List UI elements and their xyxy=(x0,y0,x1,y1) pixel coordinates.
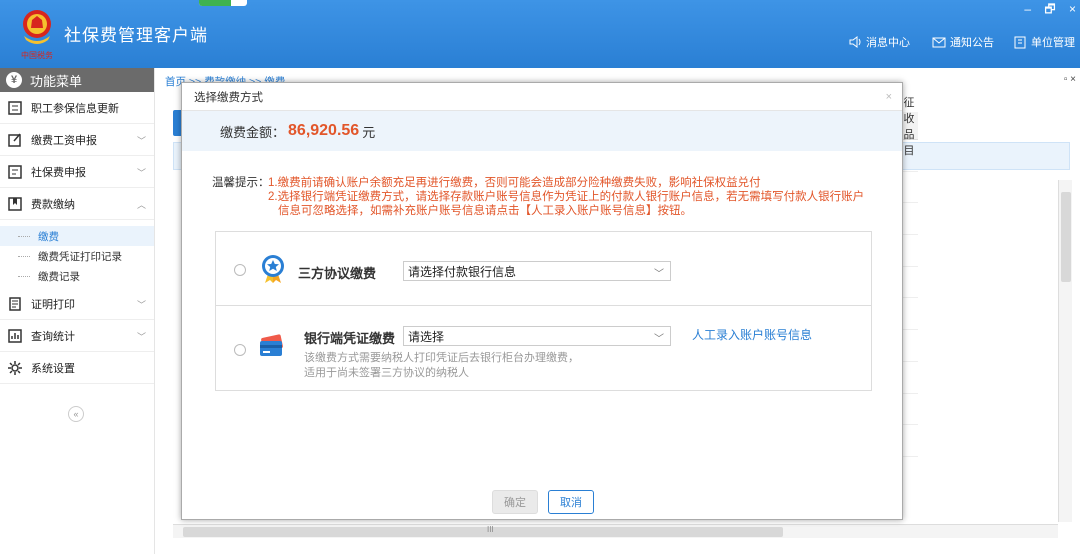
dialog-footer: 确定 取消 xyxy=(182,486,902,520)
bookmark-icon xyxy=(8,196,22,211)
sidebar-item-social-fee-declaration[interactable]: 社保费申报 ﹀ xyxy=(0,156,154,188)
sidebar-header: ¥ 功能菜单 xyxy=(0,68,154,92)
option-bank-voucher[interactable]: 银行端凭证缴费 请选择 ﹀ 人工录入账户账号信息 该缴费方式需要纳税人打印凭证后… xyxy=(216,305,871,390)
amount-bar: 缴费金额： 86,920.56 元 xyxy=(182,111,902,151)
nav-label: 消息中心 xyxy=(866,37,910,49)
nav-label: 通知公告 xyxy=(950,37,994,49)
cancel-button[interactable]: 取消 xyxy=(548,490,594,514)
sidebar-item-label: 证明打印 xyxy=(31,298,75,311)
chevron-down-icon: ﹀ xyxy=(136,136,146,146)
nav-message-center[interactable]: 消息中心 xyxy=(848,34,910,50)
sidebar-subitem-payment[interactable]: 缴费 xyxy=(0,226,154,246)
certificate-icon xyxy=(9,296,21,311)
close-icon[interactable]: × xyxy=(886,91,892,103)
sidebar-item-label: 社保费申报 xyxy=(31,166,86,179)
tip-line: 1.缴费前请确认账户余额充足再进行缴费，否则可能会造成部分险种缴费失败，影响社保… xyxy=(268,177,761,189)
tax-emblem-logo: 中国税务 xyxy=(21,10,53,60)
sidebar-item-label: 查询统计 xyxy=(31,330,75,343)
vertical-scrollbar[interactable] xyxy=(1058,180,1072,522)
sidebar-item-label: 职工参保信息更新 xyxy=(31,102,119,115)
option-name: 三方协议缴费 xyxy=(298,266,377,281)
confirm-button[interactable]: 确定 xyxy=(492,490,538,514)
gear-icon xyxy=(8,360,22,375)
sidebar-item-insured-info-update[interactable]: 职工参保信息更新 xyxy=(0,92,154,124)
form-icon xyxy=(8,164,22,179)
tripartite-radio[interactable] xyxy=(234,264,246,276)
card-icon xyxy=(260,334,283,356)
restore-button[interactable]: 🗗 xyxy=(1044,2,1055,16)
sidebar-item-fee-payment[interactable]: 费款缴纳 ︿ xyxy=(0,188,154,220)
payment-options: 三方协议缴费 请选择付款银行信息 ﹀ 银行端凭证缴费 请选择 ﹀ 人工录入账户账… xyxy=(215,231,872,391)
option-tripartite[interactable]: 三方协议缴费 请选择付款银行信息 ﹀ xyxy=(216,232,871,305)
chevron-down-icon: ﹀ xyxy=(654,334,664,345)
nav-notices[interactable]: 通知公告 xyxy=(932,34,994,50)
amount-unit: 元 xyxy=(362,124,376,140)
tip-line: 2.选择银行端凭证缴费方式，请选择存款账户账号信息作为凭证上的付款人银行账户信息… xyxy=(268,191,865,203)
payment-method-dialog: 选择缴费方式 × 缴费金额： 86,920.56 元 温馨提示： 1.缴费前请确… xyxy=(181,82,903,520)
tip-line: 信息可忽略选择，如需补充账户账号信息请点击【人工录入账户账号信息】按钮。 xyxy=(278,205,692,217)
chevron-down-icon: ﹀ xyxy=(136,300,146,310)
sidebar-item-query-statistics[interactable]: 查询统计 ﹀ xyxy=(0,320,154,352)
sidebar-item-label: 系统设置 xyxy=(31,362,75,375)
sidebar-item-system-settings[interactable]: 系统设置 xyxy=(0,352,154,384)
status-strip xyxy=(199,0,247,6)
select-value: 请选择付款银行信息 xyxy=(408,264,517,279)
sidebar-item-certificate-print[interactable]: 证明打印 ﹀ xyxy=(0,288,154,320)
nav-unit-management[interactable]: 单位管理 xyxy=(1013,34,1075,50)
star-medal-icon xyxy=(262,255,284,283)
horizontal-scrollbar[interactable]: III xyxy=(173,524,1058,538)
option-name: 银行端凭证缴费 xyxy=(304,331,396,346)
scroll-thumb[interactable] xyxy=(1061,192,1071,282)
list-icon xyxy=(8,100,22,115)
description-line: 该缴费方式需要纳税人打印凭证后去银行柜台办理缴费， xyxy=(304,352,579,364)
edit-icon xyxy=(8,133,21,147)
sidebar-item-wage-declaration[interactable]: 缴费工资申报 ﹀ xyxy=(0,124,154,156)
app-title: 社保费管理客户端 xyxy=(64,26,208,45)
close-window-button[interactable]: × xyxy=(1069,2,1076,16)
scroll-thumb[interactable] xyxy=(183,527,783,537)
sidebar-item-label: 缴费工资申报 xyxy=(31,134,97,147)
amount-value: 86,920.56 xyxy=(288,122,360,139)
building-icon xyxy=(1014,36,1026,49)
chart-icon xyxy=(8,328,22,343)
minimize-button[interactable]: – xyxy=(1024,2,1031,16)
speaker-icon xyxy=(849,36,861,48)
sidebar: ¥ 功能菜单 职工参保信息更新 缴费工资申报 ﹀ 社保费申报 ﹀ 费款缴纳 ︿ … xyxy=(0,68,155,554)
chevron-down-icon: ﹀ xyxy=(136,168,146,178)
yen-icon: ¥ xyxy=(6,72,22,88)
collapse-sidebar-button[interactable]: « xyxy=(68,406,84,422)
window-controls: – 🗗 × xyxy=(1014,0,1076,21)
account-select[interactable]: 请选择 ﹀ xyxy=(403,326,671,346)
envelope-icon xyxy=(932,37,946,48)
option-description: 该缴费方式需要纳税人打印凭证后去银行柜台办理缴费， 适用于尚未签署三方协议的纳税… xyxy=(304,351,624,381)
logo-text: 中国税务 xyxy=(21,50,53,60)
manual-entry-link[interactable]: 人工录入账户账号信息 xyxy=(692,326,812,343)
sidebar-subitem-voucher-print-records[interactable]: 缴费凭证打印记录 xyxy=(0,246,154,266)
app-header: 中国税务 社保费管理客户端 – 🗗 × 消息中心 通知公告 单位管理 xyxy=(0,0,1080,68)
bank-info-select[interactable]: 请选择付款银行信息 ﹀ xyxy=(403,261,671,281)
description-line: 适用于尚未签署三方协议的纳税人 xyxy=(304,367,469,379)
select-value: 请选择 xyxy=(408,329,445,344)
chevron-up-icon: ︿ xyxy=(136,200,146,210)
chevron-down-icon: ﹀ xyxy=(136,332,146,342)
amount-label: 缴费金额： xyxy=(220,124,286,140)
dialog-title: 选择缴费方式 xyxy=(182,83,902,111)
bank-voucher-radio[interactable] xyxy=(234,344,246,356)
sidebar-item-label: 费款缴纳 xyxy=(31,198,75,211)
scroll-grip: III xyxy=(487,525,494,534)
tips-label: 温馨提示： xyxy=(212,177,270,189)
chevron-down-icon: ﹀ xyxy=(654,269,664,280)
sidebar-title: 功能菜单 xyxy=(30,73,83,89)
nav-label: 单位管理 xyxy=(1031,37,1075,49)
tab-controls[interactable]: ▫ × xyxy=(1064,74,1076,85)
sidebar-subitem-payment-records[interactable]: 缴费记录 xyxy=(0,266,154,286)
